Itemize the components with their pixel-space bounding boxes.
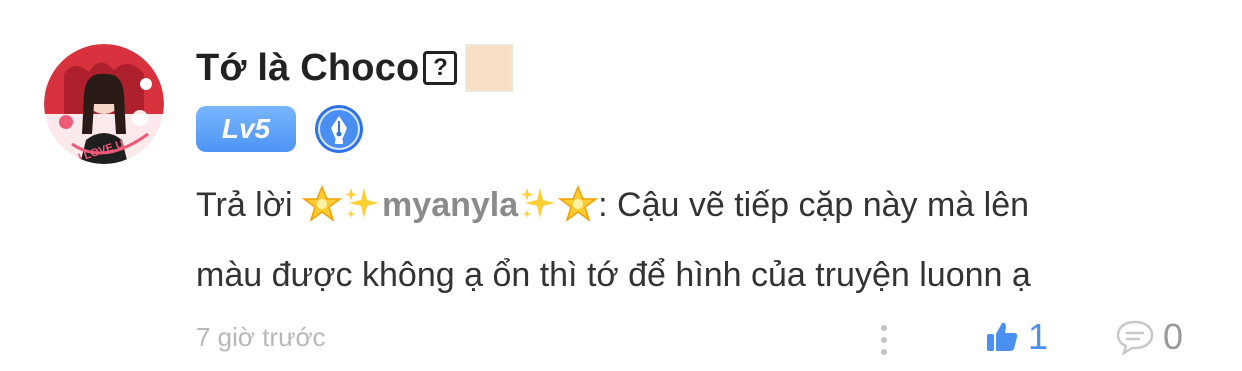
avatar[interactable]: I LOVE U bbox=[44, 44, 164, 164]
sparkles-emoji-icon bbox=[345, 188, 380, 218]
reply-count: 0 bbox=[1163, 316, 1184, 357]
star-emoji-icon bbox=[558, 185, 599, 222]
username-row: Tớ là Choco ? bbox=[196, 40, 514, 96]
comment-bubble-icon bbox=[1116, 320, 1154, 356]
user-tag-swatch bbox=[465, 44, 514, 92]
user-badges: Lv5 bbox=[196, 104, 364, 154]
like-count: 1 bbox=[1028, 316, 1049, 357]
like-button[interactable]: 1 bbox=[984, 316, 1048, 358]
thumbs-up-icon bbox=[987, 322, 1018, 351]
pen-badge-icon[interactable] bbox=[314, 104, 364, 154]
timestamp: 7 giờ trước bbox=[196, 322, 326, 352]
mentioned-user[interactable]: myanyla bbox=[382, 186, 518, 224]
username[interactable]: Tớ là Choco bbox=[196, 47, 419, 90]
level-badge[interactable]: Lv5 bbox=[196, 106, 296, 152]
comment-body-line2: màu được không ạ ổn thì tớ để hình của t… bbox=[196, 256, 1031, 294]
reply-button[interactable]: 0 bbox=[1115, 316, 1183, 358]
star-emoji-icon bbox=[302, 185, 343, 222]
comment-body-line1: : Cậu vẽ tiếp cặp này mà lên bbox=[598, 186, 1030, 224]
avatar-image: I LOVE U bbox=[44, 44, 164, 164]
sparkles-emoji-icon bbox=[521, 188, 556, 218]
reply-prefix: Trả lời bbox=[196, 186, 293, 224]
comment-text: Trả lời myanyla : Cậu vẽ tiếp cặp này mà… bbox=[196, 170, 1206, 310]
unknown-glyph-symbol: ? bbox=[423, 51, 458, 85]
more-options-icon[interactable] bbox=[876, 323, 892, 359]
